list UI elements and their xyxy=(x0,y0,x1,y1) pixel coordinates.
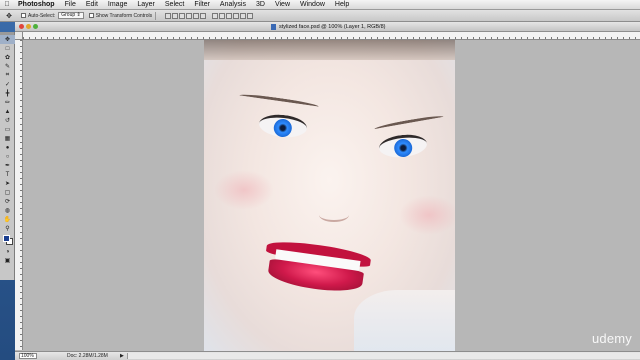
move-icon[interactable]: ✥ xyxy=(0,35,15,44)
align-vcenter-icon[interactable] xyxy=(172,12,179,19)
shape-icon[interactable]: ▢ xyxy=(0,188,15,197)
photo-eye-left xyxy=(257,112,309,140)
document-canvas[interactable] xyxy=(204,40,455,351)
screen-mode-icon[interactable]: ▣ xyxy=(0,256,15,265)
window-controls xyxy=(19,24,38,29)
photo-hair xyxy=(204,40,455,60)
photo-iris-right xyxy=(393,138,414,158)
status-bar: 100% Doc: 2.28M/1.28M ▶ xyxy=(15,351,640,360)
pen-icon[interactable]: ✒ xyxy=(0,161,15,170)
menubar:  Photoshop File Edit Image Layer Select… xyxy=(0,0,640,10)
distribute-left-icon[interactable] xyxy=(233,12,240,19)
history-brush-icon[interactable]: ↺ xyxy=(0,116,15,125)
menu-app-name[interactable]: Photoshop xyxy=(14,0,60,10)
eraser-icon[interactable]: ▭ xyxy=(0,125,15,134)
document-title: stylized face.psd @ 100% (Layer 1, RGB/8… xyxy=(279,24,386,30)
brush-icon[interactable]: ✏ xyxy=(0,98,15,107)
align-hcenter-icon[interactable] xyxy=(193,12,200,19)
distribute-bottom-icon[interactable] xyxy=(226,12,233,19)
menu-window[interactable]: Window xyxy=(295,0,330,10)
options-divider xyxy=(155,11,157,20)
move-tool-preset-icon[interactable]: ✥ xyxy=(2,11,16,21)
menu-view[interactable]: View xyxy=(270,0,295,10)
crop-icon[interactable]: ⌗ xyxy=(0,71,15,80)
photo-eyebrow-right xyxy=(374,113,444,133)
align-top-icon[interactable] xyxy=(165,12,172,19)
close-window-button[interactable] xyxy=(19,24,24,29)
vertical-ruler[interactable] xyxy=(15,40,23,350)
color-swatches xyxy=(0,233,14,247)
udemy-watermark: udemy xyxy=(591,331,632,346)
quick-mask-icon[interactable]: ◑ xyxy=(0,247,15,256)
type-icon[interactable]: T xyxy=(0,170,15,179)
menu-help[interactable]: Help xyxy=(330,0,354,10)
apple-icon[interactable]:  xyxy=(0,1,14,8)
photo-eyebrow-left xyxy=(238,92,320,110)
transform-controls-checkbox[interactable] xyxy=(88,13,94,18)
auto-select-dropdown[interactable]: Group ⇕ xyxy=(58,12,84,19)
zoom-level-field[interactable]: 100% xyxy=(19,353,37,359)
menu-image[interactable]: Image xyxy=(103,0,132,10)
blur-icon[interactable]: ● xyxy=(0,143,15,152)
auto-select-value: Group xyxy=(61,12,76,18)
photo-eye-right xyxy=(377,132,429,160)
menu-filter[interactable]: Filter xyxy=(189,0,215,10)
transform-controls-label: Show Transform Controls xyxy=(95,12,153,19)
minimize-window-button[interactable] xyxy=(26,24,31,29)
ruler-origin[interactable] xyxy=(15,32,23,40)
distribute-top-icon[interactable] xyxy=(212,12,219,19)
auto-select-label: Auto-Select: xyxy=(28,12,56,19)
menu-3d[interactable]: 3D xyxy=(251,0,270,10)
distribute-vcenter-icon[interactable] xyxy=(219,12,226,19)
healing-icon[interactable]: ╋ xyxy=(0,89,15,98)
distribute-right-icon[interactable] xyxy=(247,12,254,19)
foreground-color-swatch[interactable] xyxy=(3,235,10,242)
status-menu-arrow-icon[interactable]: ▶ xyxy=(120,352,124,360)
menu-file[interactable]: File xyxy=(60,0,81,10)
align-bottom-icon[interactable] xyxy=(179,12,186,19)
document-window: stylized face.psd @ 100% (Layer 1, RGB/8… xyxy=(15,22,640,360)
options-bar: ✥ Auto-Select: Group ⇕ Show Transform Co… xyxy=(0,10,640,22)
lasso-icon[interactable]: ✿ xyxy=(0,53,15,62)
document-info: Doc: 2.28M/1.28M xyxy=(67,353,108,359)
menu-edit[interactable]: Edit xyxy=(81,0,103,10)
zoom-icon[interactable]: ⚲ xyxy=(0,224,15,233)
align-left-icon[interactable] xyxy=(186,12,193,19)
3d-rotate-icon[interactable]: ⟳ xyxy=(0,197,15,206)
photo-cheek-left xyxy=(214,170,274,210)
menu-layer[interactable]: Layer xyxy=(132,0,160,10)
eyedropper-icon[interactable]: ✓ xyxy=(0,80,15,89)
hand-icon[interactable]: ✋ xyxy=(0,215,15,224)
photo-mouth xyxy=(261,237,372,300)
tools-panel: ✥ □ ✿ ✎ ⌗ ✓ ╋ ✏ ▲ ↺ ▭ ▦ ● ○ ✒ T ➤ ▢ ⟳ ◍ … xyxy=(0,32,15,280)
path-select-icon[interactable]: ➤ xyxy=(0,179,15,188)
align-buttons xyxy=(165,12,207,19)
dodge-icon[interactable]: ○ xyxy=(0,152,15,161)
horizontal-ruler[interactable] xyxy=(23,32,640,40)
distribute-buttons xyxy=(212,12,254,19)
clone-stamp-icon[interactable]: ▲ xyxy=(0,107,15,116)
photo-cheek-right xyxy=(399,195,455,235)
photo-neck xyxy=(354,290,455,351)
zoom-window-button[interactable] xyxy=(33,24,38,29)
horizontal-scrollbar[interactable] xyxy=(127,353,640,359)
gradient-icon[interactable]: ▦ xyxy=(0,134,15,143)
photo-nose xyxy=(319,208,349,222)
menu-analysis[interactable]: Analysis xyxy=(215,0,251,10)
psd-file-icon xyxy=(271,24,276,30)
distribute-hcenter-icon[interactable] xyxy=(240,12,247,19)
auto-select-checkbox[interactable] xyxy=(21,13,26,18)
quick-select-icon[interactable]: ✎ xyxy=(0,62,15,71)
3d-orbit-icon[interactable]: ◍ xyxy=(0,206,15,215)
align-right-icon[interactable] xyxy=(200,12,207,19)
marquee-icon[interactable]: □ xyxy=(0,44,15,53)
menu-select[interactable]: Select xyxy=(160,0,189,10)
photo-iris-left xyxy=(272,118,293,138)
document-titlebar[interactable]: stylized face.psd @ 100% (Layer 1, RGB/8… xyxy=(15,22,640,32)
